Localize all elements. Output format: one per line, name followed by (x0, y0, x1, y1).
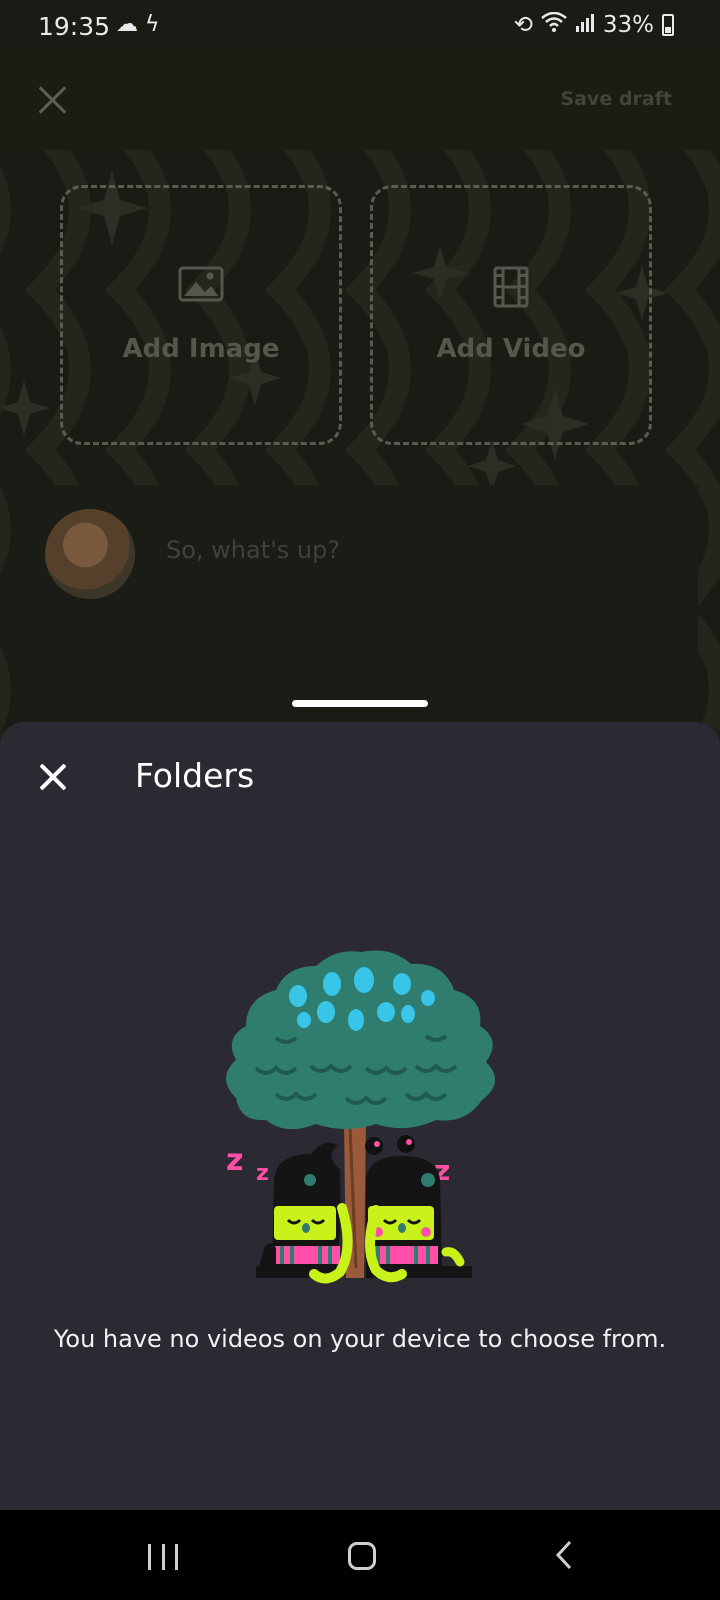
add-video-label: Add Video (436, 334, 586, 364)
film-icon (493, 266, 529, 312)
compose-input[interactable]: So, what's up? (166, 536, 340, 564)
sheet-drag-handle[interactable] (292, 700, 428, 707)
svg-text:z: z (226, 1143, 243, 1178)
sync-icon: ⟲ (513, 12, 533, 38)
composer-topbar: Save draft (0, 52, 720, 150)
status-bar: 19:35 ☁ ϟ ⟲ 33% (0, 0, 720, 52)
home-icon[interactable] (348, 1542, 376, 1570)
recents-icon[interactable] (148, 1544, 178, 1570)
add-image-label: Add Image (122, 334, 280, 364)
close-icon[interactable] (34, 82, 70, 118)
empty-state-message: You have no videos on your device to cho… (53, 1325, 667, 1353)
sleeping-creatures-illustration: z z z (226, 950, 496, 1284)
add-image-button[interactable]: Add Image (60, 185, 342, 445)
battery-percent: 33% (602, 12, 654, 38)
battery-icon (662, 14, 674, 36)
close-icon[interactable] (38, 762, 68, 792)
system-navigation-bar (0, 1510, 720, 1600)
status-time: 19:35 (38, 12, 111, 41)
save-draft-button[interactable]: Save draft (560, 88, 672, 110)
wifi-icon (541, 11, 567, 38)
status-notification-icons: ☁ ϟ (116, 12, 160, 37)
sheet-title: Folders (135, 756, 255, 795)
folders-sheet: Folders z z z You have no videos on your… (0, 722, 720, 1510)
image-icon (178, 266, 224, 306)
svg-text:z: z (256, 1161, 269, 1186)
composer-screen: 19:35 ☁ ϟ ⟲ 33% Save draft Add Image Add… (0, 0, 720, 730)
status-right: ⟲ 33% (513, 11, 674, 38)
back-icon[interactable] (554, 1540, 574, 1570)
signal-icon (575, 12, 595, 38)
avatar (45, 509, 135, 599)
add-video-button[interactable]: Add Video (370, 185, 652, 445)
